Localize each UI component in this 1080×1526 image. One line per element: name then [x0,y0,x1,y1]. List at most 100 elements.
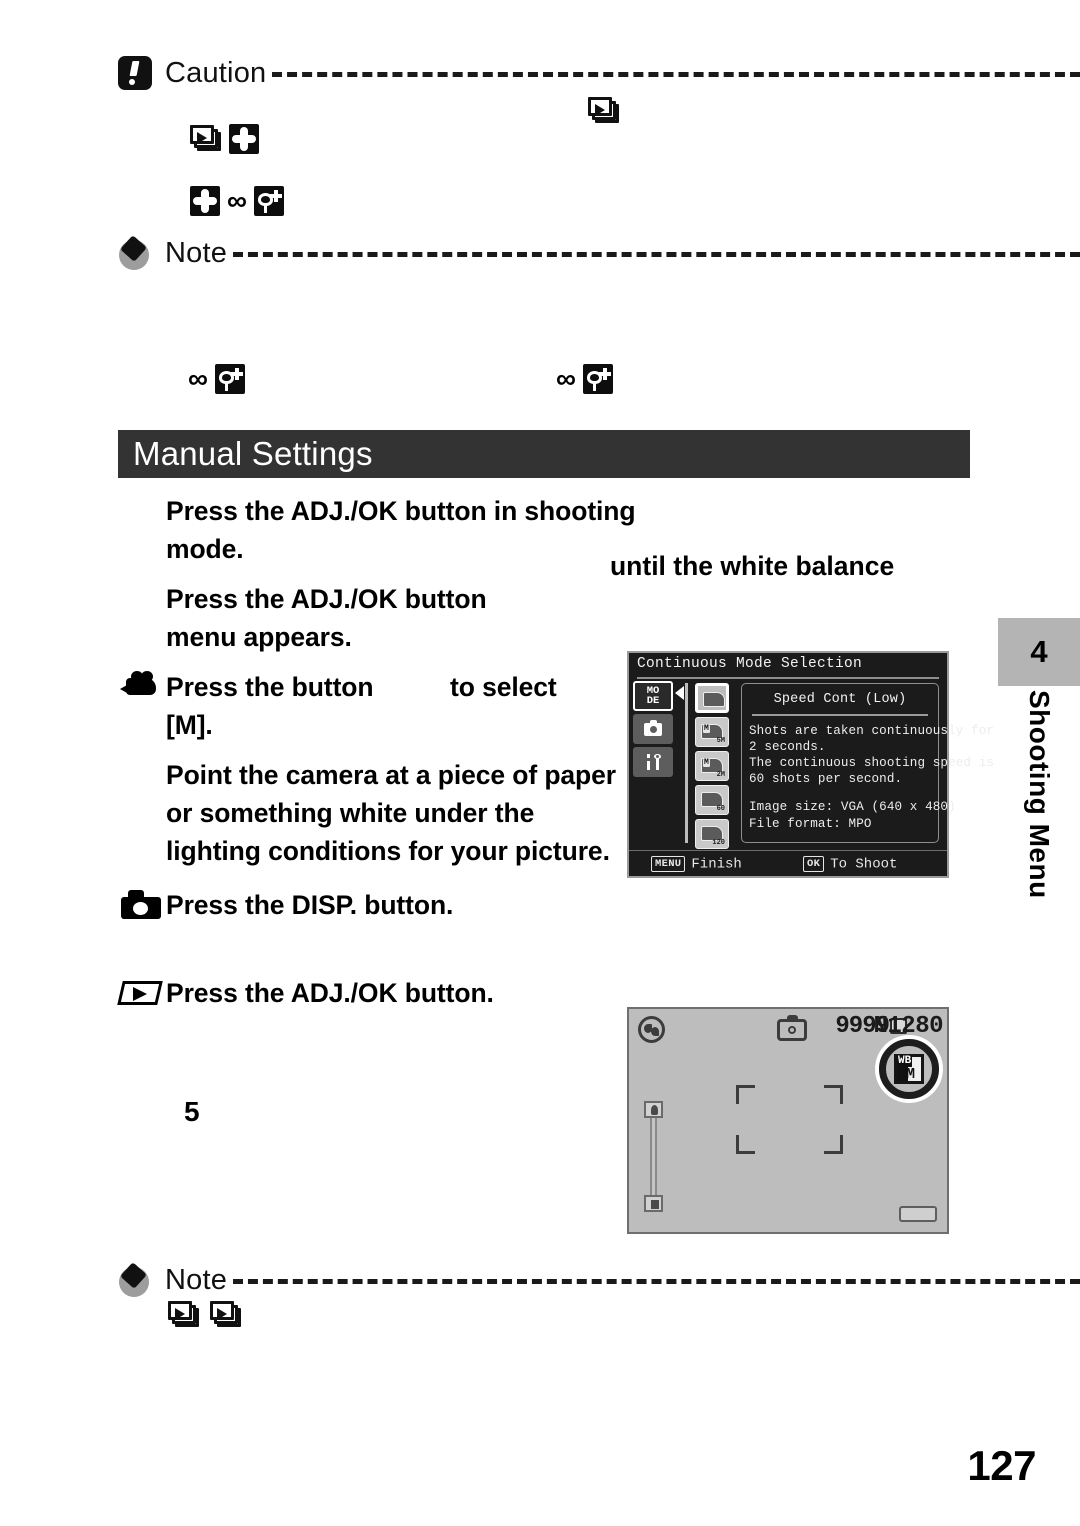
note-header-top: Note [118,233,1080,273]
camera-icon [644,719,662,736]
lcd-tab-mode[interactable]: MO DE [633,681,673,711]
lcd-mode-speed-cont-60[interactable]: 60 [695,785,729,815]
infinity-icon: ∞ [227,185,247,216]
section-header-bar: Manual Settings [118,430,970,478]
note-icon-row-1: ∞ [188,364,245,394]
lcd-tab-pointer-icon [675,686,684,700]
manual-page: Caution ∞ Note ∞ ∞ Manual Settings Press… [0,0,1080,1526]
step-text-part1: Press the ADJ./OK button [166,584,487,614]
step-item: Press the ADJ./OK button menu appears. [118,580,678,656]
infinity-icon: ∞ [188,363,208,394]
lcd-tab-mode-label: MO DE [646,684,660,707]
playback-stack-icon [168,1300,200,1330]
step-text: Press the ADJ./OK button. [166,978,494,1008]
still-camera-icon [777,1015,807,1041]
zoom-wide-icon [644,1195,663,1212]
camera-icon [121,890,163,920]
chapter-tab-number-box: 4 [998,618,1080,686]
step-item: Press the button to select [M]. [118,668,678,744]
page-number: 127 [967,1442,1036,1489]
playback-stack-icon [588,96,620,126]
step-marker-camera [118,890,166,924]
caution-icon-row-1 [190,124,259,154]
step-text-part2: until the white balance [610,551,895,581]
step-marker-play [117,978,166,1012]
lcd-mode-m-cont-2m[interactable]: M 2M [695,751,729,781]
step-item: Press the ADJ./OK button in shooting mod… [118,492,678,568]
playback-stack-icon [190,124,222,154]
lcd-side-tabs: MO DE [633,681,675,780]
af-frame-corner [824,1085,843,1104]
caution-divider [272,71,1080,77]
step-text: Press the ADJ./OK button in shooting mod… [166,496,636,564]
lcd-menu-key-label: Finish [691,856,742,873]
note-label: Note [165,1263,228,1296]
camcorder-icon [120,670,166,702]
chapter-tab-number: 4 [1030,634,1048,669]
step-list: Press the ADJ./OK button in shooting mod… [117,492,678,1024]
lcd-menu-key: MENU [651,856,686,872]
af-frame-corner [824,1135,843,1154]
four-way-pad-icon [190,186,220,216]
lcd-panel-body: Shots are taken continuously for 2 secon… [749,723,995,787]
zoom-tele-icon [644,1101,663,1118]
wb-mode-label: M [906,1066,916,1083]
lcd-ok-key: OK [803,856,825,872]
lcd-mode-speed-cont-120[interactable]: 120 [695,819,729,849]
play-parallelogram-icon [117,978,164,1008]
lcd-panel-specs: Image size: VGA (640 x 480) File format:… [749,800,956,831]
lcd-tab-shooting[interactable] [633,714,673,744]
note-label: Note [165,236,228,269]
lcd-ok-key-label: To Shoot [830,856,898,873]
battery-icon [899,1206,937,1222]
step-text-part3: menu appears. [166,622,352,652]
caution-exclamation-icon [118,56,152,90]
tools-icon [644,754,662,770]
white-balance-indicator-icon: WB M [894,1054,924,1084]
chapter-tab-title: Shooting Menu [1024,690,1055,899]
step-marker-camcorder [118,670,166,706]
step-marker-blank [118,496,166,530]
step-item: Press the ADJ./OK button. [117,974,678,1012]
scene-mode-icon [638,1016,665,1043]
af-frame-corner [736,1135,755,1154]
lcd-shooting-screenshot: 9999 N1280 WB M [627,1007,949,1234]
image-quality-size-label: N1280 [873,1013,943,1040]
step-text-part1: Press the button [166,672,374,702]
lcd-title-rule [637,677,939,679]
zoom-bar [650,1116,657,1198]
lcd-panel-rule [752,714,928,716]
step-text-part2: to select [450,672,557,702]
note-icon-row-2: ∞ [556,364,613,394]
step-text-part3: [M]. [166,710,213,740]
step-text: Point the camera at a piece of paper or … [166,760,616,866]
caution-icon-row-2: ∞ [190,186,284,216]
lcd-info-panel: Speed Cont (Low) Shots are taken continu… [741,683,995,843]
af-frame-corner [736,1085,755,1104]
lcd-mode-continuous-off[interactable] [695,683,729,713]
lcd-tab-setup[interactable] [633,747,673,777]
step-item: Point the camera at a piece of paper or … [118,756,678,870]
step-text: Press the DISP. button. [166,890,454,920]
step-marker-blank [118,760,166,794]
lcd-menu-title: Continuous Mode Selection [637,656,863,672]
caution-label: Caution [165,56,267,89]
lcd-status-bar: MENU Finish OK To Shoot [629,850,947,876]
infinity-icon: ∞ [556,363,576,394]
lcd-continuous-mode-screenshot: Continuous Mode Selection MO DE M 5M M 2… [627,651,995,878]
macro-flower-icon [214,364,245,394]
lcd-panel-heading: Speed Cont (Low) [773,692,907,707]
four-way-pad-icon [229,124,259,154]
note-diamond-icon [118,236,152,270]
loose-step-number: 5 [184,1096,200,1127]
lcd-mode-m-cont-5m[interactable]: M 5M [695,717,729,747]
caution-header: Caution [118,53,1080,93]
step-marker-blank [118,584,166,618]
note-diamond-icon [118,1263,152,1297]
note-divider [233,251,1080,257]
section-title: Manual Settings [133,435,373,472]
macro-flower-icon [253,186,284,216]
lcd-column-divider [685,683,688,843]
note-divider [233,1278,1080,1284]
caution-floating-icon-row [588,96,620,126]
